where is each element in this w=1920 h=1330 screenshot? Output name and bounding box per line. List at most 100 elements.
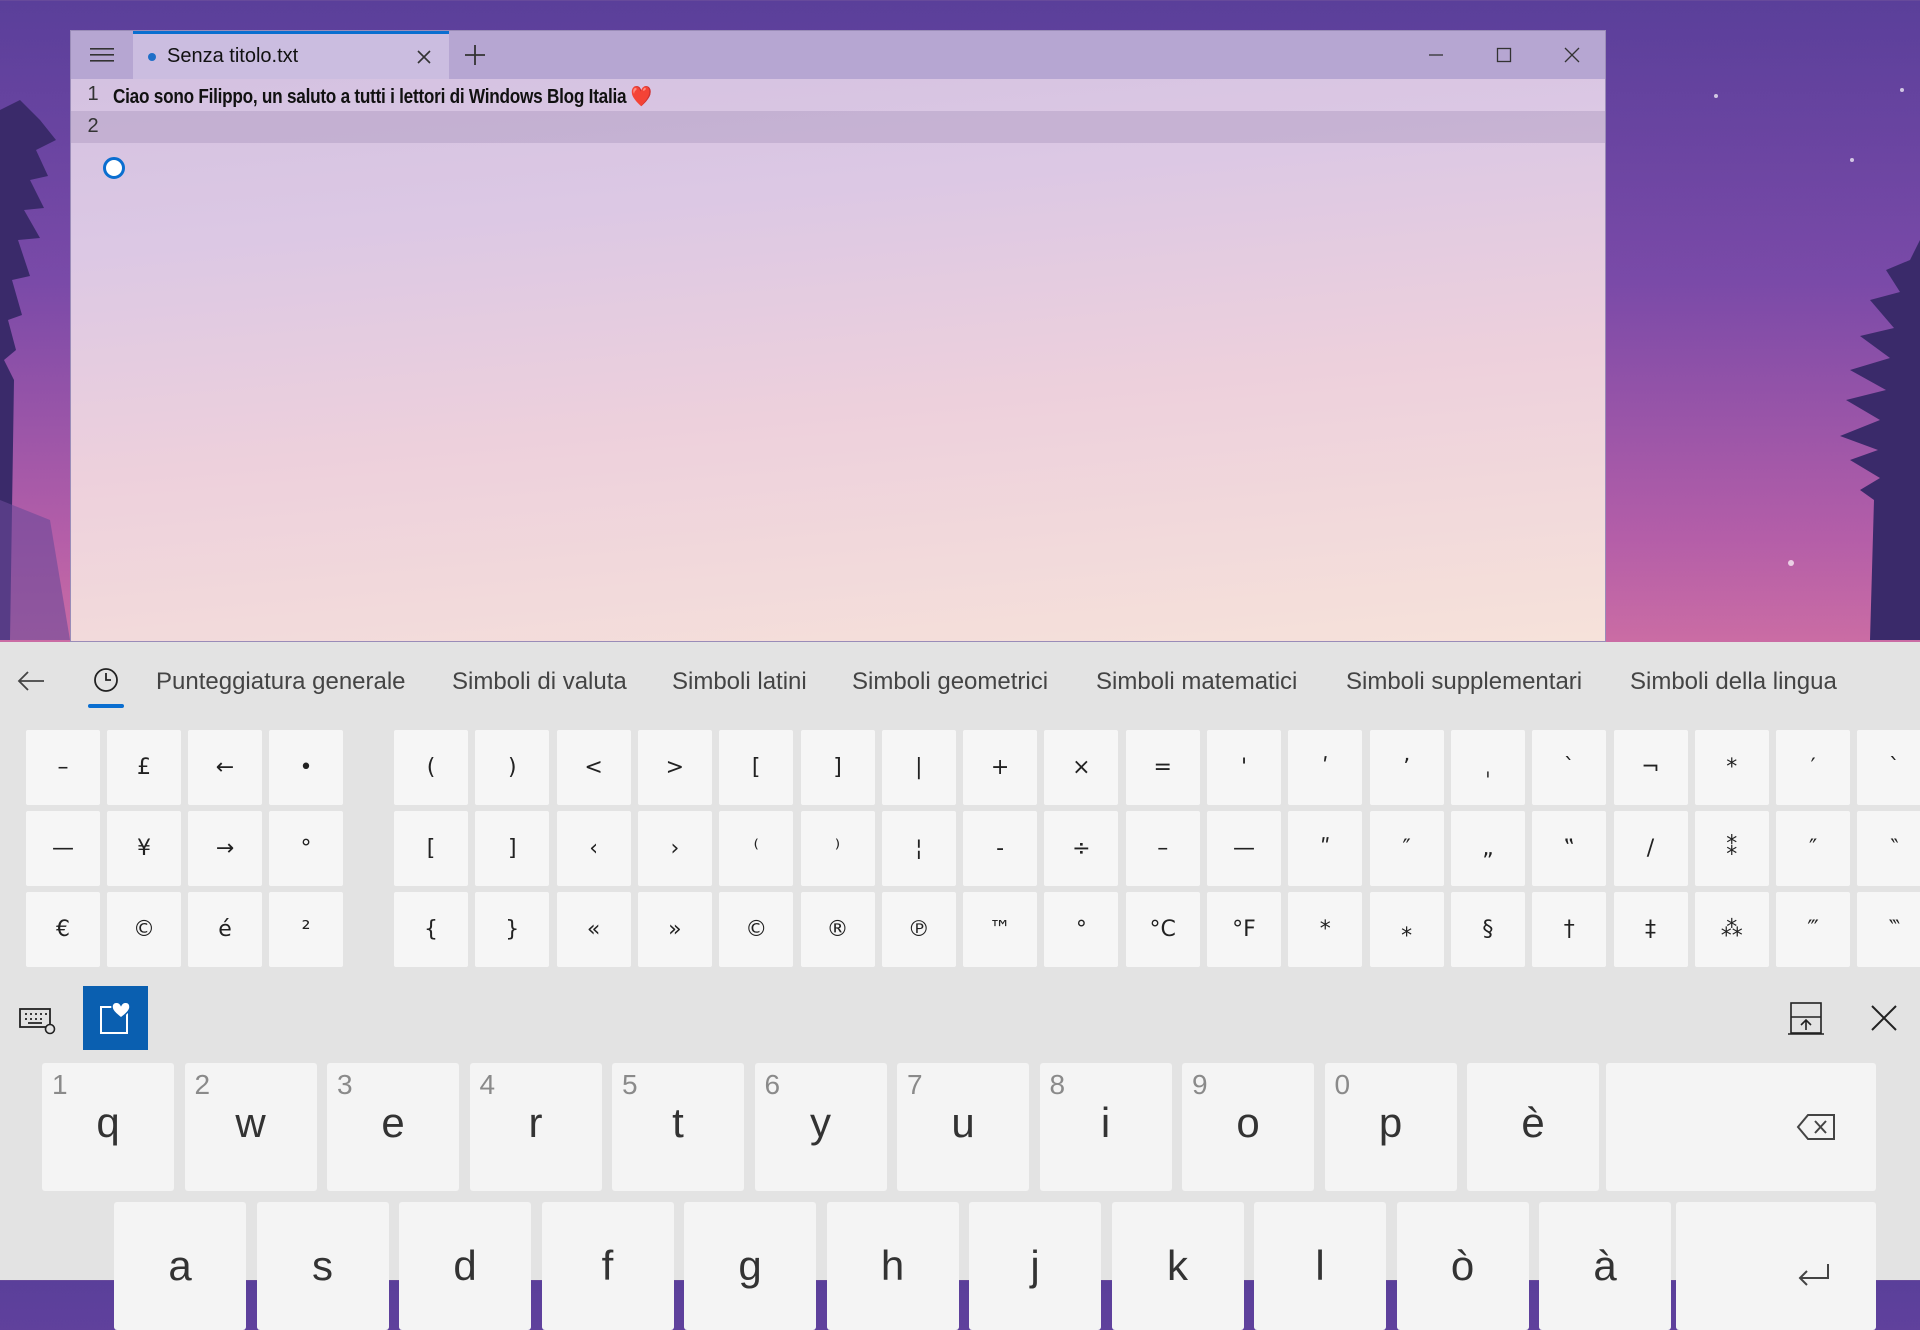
symbol-category-tab[interactable]: Simboli della lingua — [1630, 668, 1837, 696]
letter-key[interactable]: 0p — [1324, 1063, 1457, 1191]
symbol-key[interactable]: § — [1450, 892, 1525, 967]
symbol-key[interactable]: « — [556, 892, 631, 967]
recent-symbol-key[interactable]: → — [188, 811, 262, 886]
letter-key[interactable]: k — [1111, 1202, 1244, 1330]
symbol-key[interactable]: ÷ — [1044, 811, 1119, 886]
symbol-key[interactable]: ° — [1044, 892, 1119, 967]
letter-key[interactable]: 3e — [327, 1063, 459, 1191]
recent-symbol-key[interactable]: – — [26, 730, 100, 805]
minimize-button[interactable] — [1402, 31, 1470, 79]
symbol-key[interactable]: — — [1207, 811, 1281, 886]
recent-symbol-key[interactable]: £ — [107, 730, 181, 805]
letter-key[interactable]: ò — [1396, 1202, 1529, 1330]
symbol-key[interactable]: ′ — [1776, 730, 1851, 805]
recent-symbol-key[interactable]: € — [26, 892, 100, 967]
letter-key[interactable]: a — [114, 1202, 246, 1330]
letter-key[interactable]: 5t — [612, 1063, 744, 1191]
symbol-key[interactable]: { — [394, 892, 468, 967]
symbol-key[interactable]: ‶ — [1857, 811, 1920, 886]
symbol-key[interactable]: ‟ — [1532, 811, 1607, 886]
symbol-key[interactable]: – — [1125, 811, 1200, 886]
symbol-key[interactable]: ] — [800, 730, 875, 805]
window-close-button[interactable] — [1538, 31, 1606, 79]
symbol-key[interactable]: ʼ — [1369, 730, 1444, 805]
letter-key[interactable]: h — [826, 1202, 959, 1330]
symbol-key[interactable]: ″ — [1369, 811, 1444, 886]
symbol-key[interactable]: + — [963, 730, 1038, 805]
symbol-key[interactable]: = — [1125, 730, 1200, 805]
symbol-key[interactable]: › — [637, 811, 712, 886]
symbol-key[interactable]: ˌ — [1450, 730, 1525, 805]
emoji-symbols-button[interactable] — [83, 986, 148, 1050]
symbol-key[interactable]: „ — [1450, 811, 1525, 886]
backspace-key[interactable] — [1606, 1063, 1876, 1191]
symbol-key[interactable]: × — [1044, 730, 1119, 805]
recent-symbol-key[interactable]: ¥ — [107, 811, 181, 886]
recent-symbol-key[interactable]: ← — [188, 730, 262, 805]
touch-caret-handle[interactable] — [103, 157, 125, 179]
symbol-key[interactable]: ( — [394, 730, 468, 805]
symbol-category-tab[interactable]: Simboli matematici — [1096, 668, 1297, 696]
symbol-key[interactable]: ⁽ — [719, 811, 794, 886]
symbol-key[interactable]: ' — [1207, 730, 1281, 805]
symbol-key[interactable]: ʹ — [1288, 730, 1363, 805]
recent-symbol-key[interactable]: ° — [269, 811, 343, 886]
symbol-key[interactable]: ⁎ — [1369, 892, 1444, 967]
symbol-category-tab[interactable]: Simboli geometrici — [852, 668, 1048, 696]
symbol-key[interactable]: / — [1613, 811, 1688, 886]
symbol-key[interactable]: * — [1288, 892, 1363, 967]
letter-key[interactable]: 4r — [469, 1063, 602, 1191]
symbol-key[interactable]: < — [556, 730, 631, 805]
symbol-key[interactable]: ˋ — [1857, 730, 1920, 805]
letter-key[interactable]: 2w — [184, 1063, 317, 1191]
recent-symbols-tab[interactable] — [86, 660, 126, 700]
symbol-key[interactable]: ″ — [1776, 811, 1851, 886]
symbol-key[interactable]: * — [1694, 730, 1769, 805]
symbol-key[interactable]: ] — [475, 811, 550, 886]
hamburger-menu-button[interactable] — [71, 31, 133, 79]
symbol-key[interactable]: } — [475, 892, 550, 967]
letter-key[interactable]: s — [256, 1202, 389, 1330]
letter-key[interactable]: à — [1539, 1202, 1671, 1330]
letter-key[interactable]: d — [399, 1202, 531, 1330]
symbol-key[interactable]: ‡ — [1613, 892, 1688, 967]
symbol-key[interactable]: ‴ — [1776, 892, 1851, 967]
letter-key[interactable]: 1q — [42, 1063, 174, 1191]
text-editor[interactable]: 1 Ciao sono Filippo, un saluto a tutti i… — [71, 79, 1605, 641]
symbol-category-tab[interactable]: Simboli di valuta — [452, 668, 627, 696]
symbol-key[interactable]: † — [1532, 892, 1607, 967]
new-tab-button[interactable] — [461, 41, 489, 69]
symbol-key[interactable]: » — [637, 892, 712, 967]
symbol-key[interactable]: > — [637, 730, 712, 805]
letter-key[interactable]: è — [1467, 1063, 1599, 1191]
symbol-key[interactable]: ¦ — [881, 811, 956, 886]
symbol-key[interactable]: ℗ — [881, 892, 956, 967]
tab-document[interactable]: Senza titolo.txt — [133, 31, 449, 79]
recent-symbol-key[interactable]: © — [107, 892, 181, 967]
letter-key[interactable]: 7u — [897, 1063, 1029, 1191]
tab-close-button[interactable] — [413, 46, 435, 68]
symbol-key[interactable]: ˋ — [1532, 730, 1607, 805]
symbol-key[interactable]: ⁾ — [800, 811, 875, 886]
letter-key[interactable]: 6y — [754, 1063, 887, 1191]
recent-symbol-key[interactable]: ² — [269, 892, 343, 967]
symbol-key[interactable]: ʺ — [1288, 811, 1363, 886]
letter-key[interactable]: f — [541, 1202, 674, 1330]
symbol-key[interactable]: © — [719, 892, 794, 967]
keyboard-settings-button[interactable] — [18, 1002, 58, 1038]
symbol-key[interactable]: [ — [394, 811, 468, 886]
letter-key[interactable]: j — [969, 1202, 1101, 1330]
letter-key[interactable]: 9o — [1182, 1063, 1314, 1191]
symbol-category-tab[interactable]: Punteggiatura generale — [156, 668, 406, 696]
symbol-key[interactable]: | — [881, 730, 956, 805]
letter-key[interactable]: g — [684, 1202, 816, 1330]
symbol-key[interactable]: ¬ — [1613, 730, 1688, 805]
symbol-key[interactable]: °F — [1207, 892, 1281, 967]
symbol-key[interactable]: ‹ — [556, 811, 631, 886]
letter-key[interactable]: l — [1254, 1202, 1386, 1330]
symbol-key[interactable]: ) — [475, 730, 550, 805]
letter-key[interactable]: 8i — [1039, 1063, 1172, 1191]
symbol-key[interactable]: ‷ — [1857, 892, 1920, 967]
symbol-key[interactable]: [ — [719, 730, 794, 805]
symbol-key[interactable]: ⁑ — [1694, 811, 1769, 886]
